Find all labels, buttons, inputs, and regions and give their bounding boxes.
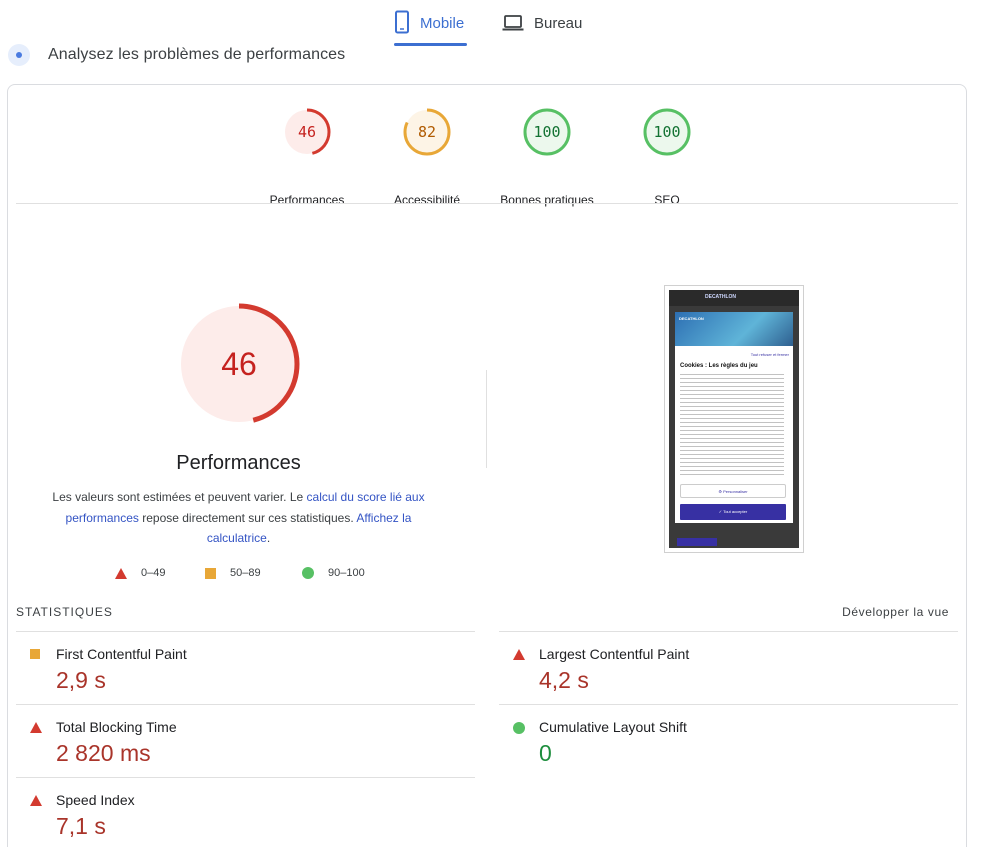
- metric-name: Speed Index: [56, 792, 135, 808]
- gauge-label: Performances: [269, 193, 345, 207]
- hero-brand: DECATHLON: [679, 316, 704, 321]
- desc-text: repose directement sur ces statistiques.: [138, 510, 357, 525]
- active-tab-indicator: [394, 43, 467, 46]
- analysis-title: Analysez les problèmes de performances: [48, 46, 346, 63]
- tab-mobile[interactable]: Mobile: [394, 10, 467, 46]
- accept-button[interactable]: ✓ Tout accepter: [680, 504, 786, 520]
- metric-name: Total Blocking Time: [56, 719, 177, 735]
- square-icon: [30, 649, 40, 659]
- metric-cls: Cumulative Layout Shift 0: [499, 704, 958, 777]
- metric-value: 7,1 s: [56, 813, 106, 839]
- metric-value: 2 820 ms: [56, 740, 151, 766]
- legend-label: 90–100: [328, 567, 365, 579]
- divider: [16, 203, 958, 204]
- circle-icon: [513, 722, 525, 734]
- gauge-score: 46: [298, 123, 316, 141]
- desc-text: .: [266, 531, 271, 545]
- tab-bureau[interactable]: Bureau: [502, 10, 582, 46]
- refuse-link[interactable]: Tout refuser et fermer: [751, 352, 789, 357]
- gauge-ring: 100: [643, 108, 691, 156]
- cookie-text: [680, 374, 784, 478]
- gauge-score: 100: [533, 123, 560, 141]
- vertical-divider: [486, 370, 487, 468]
- triangle-icon: [30, 795, 42, 806]
- metric-value: 0: [539, 740, 552, 766]
- triangle-icon: [513, 649, 525, 660]
- brand-text: DECATHLON: [705, 294, 737, 300]
- gauge-label: Accessibilité: [393, 193, 461, 207]
- score-legend: 0–49 50–89 90–100: [0, 567, 477, 583]
- legend-pass: 90–100: [302, 567, 365, 579]
- analysis-header: Analysez les problèmes de performances: [8, 44, 345, 66]
- gauge-performances[interactable]: 46 Performances: [270, 108, 344, 207]
- legend-label: 0–49: [141, 567, 166, 579]
- cookie-title: Cookies : Les règles du jeu: [680, 363, 758, 369]
- metric-name: Largest Contentful Paint: [539, 646, 690, 662]
- metric-lcp: Largest Contentful Paint 4,2 s: [499, 631, 958, 704]
- page-button: [677, 538, 717, 546]
- score-description: Les valeurs sont estimées et peuvent var…: [50, 487, 427, 549]
- tab-bureau-label: Bureau: [534, 15, 583, 32]
- metric-value: 2,9 s: [56, 667, 106, 693]
- gauge-ring: 100: [523, 108, 571, 156]
- desc-text: Les valeurs sont estimées et peuvent var…: [52, 490, 307, 504]
- metric-name: Cumulative Layout Shift: [539, 719, 687, 735]
- gauge-ring: 46: [283, 108, 331, 156]
- laptop-icon: [502, 10, 524, 38]
- metric-si: Speed Index 7,1 s: [16, 777, 475, 847]
- gauge-score: 82: [418, 123, 436, 141]
- legend-average: 50–89: [205, 567, 261, 579]
- gauge-bonnes-pratiques[interactable]: 100 Bonnes pratiques: [500, 108, 594, 207]
- legend-label: 50–89: [230, 567, 261, 579]
- triangle-icon: [115, 567, 127, 579]
- gauge-ring: 82: [403, 108, 451, 156]
- gauge-score: 100: [653, 123, 680, 141]
- device-tabs: Mobile Bureau: [0, 0, 985, 46]
- gauge-accessibilite[interactable]: 82 Accessibilité: [394, 108, 460, 207]
- pulse-icon: [8, 44, 30, 66]
- gauge-label: Bonnes pratiques: [500, 193, 594, 207]
- square-icon: [205, 567, 216, 579]
- metric-value: 4,2 s: [539, 667, 589, 693]
- cookie-modal: Tout refuser et fermer Cookies : Les règ…: [675, 346, 793, 523]
- performance-score: 46: [221, 346, 257, 382]
- tab-mobile-label: Mobile: [420, 15, 465, 32]
- hero-image: DECATHLON: [675, 312, 793, 346]
- customize-button[interactable]: ⚙ Personnaliser: [680, 484, 786, 498]
- circle-icon: [302, 567, 314, 579]
- screenshot-screen: DECATHLON DECATHLON Tout refuser et ferm…: [669, 290, 799, 548]
- smartphone-icon: [394, 10, 410, 38]
- metric-name: First Contentful Paint: [56, 646, 187, 662]
- metric-tbt: Total Blocking Time 2 820 ms: [16, 704, 475, 777]
- metric-fcp: First Contentful Paint 2,9 s: [16, 631, 475, 704]
- triangle-icon: [30, 722, 42, 733]
- page-screenshot: DECATHLON DECATHLON Tout refuser et ferm…: [664, 285, 804, 553]
- stats-title: STATISTIQUES: [16, 605, 113, 619]
- performance-gauge-large: 46: [178, 303, 300, 430]
- gauge-label: SEO: [654, 193, 680, 207]
- gauge-seo[interactable]: 100 SEO: [643, 108, 691, 207]
- legend-fail: 0–49: [115, 567, 165, 579]
- site-header: DECATHLON: [669, 290, 799, 306]
- expand-view-button[interactable]: Développer la vue: [842, 605, 949, 619]
- performance-title: Performances: [176, 452, 301, 474]
